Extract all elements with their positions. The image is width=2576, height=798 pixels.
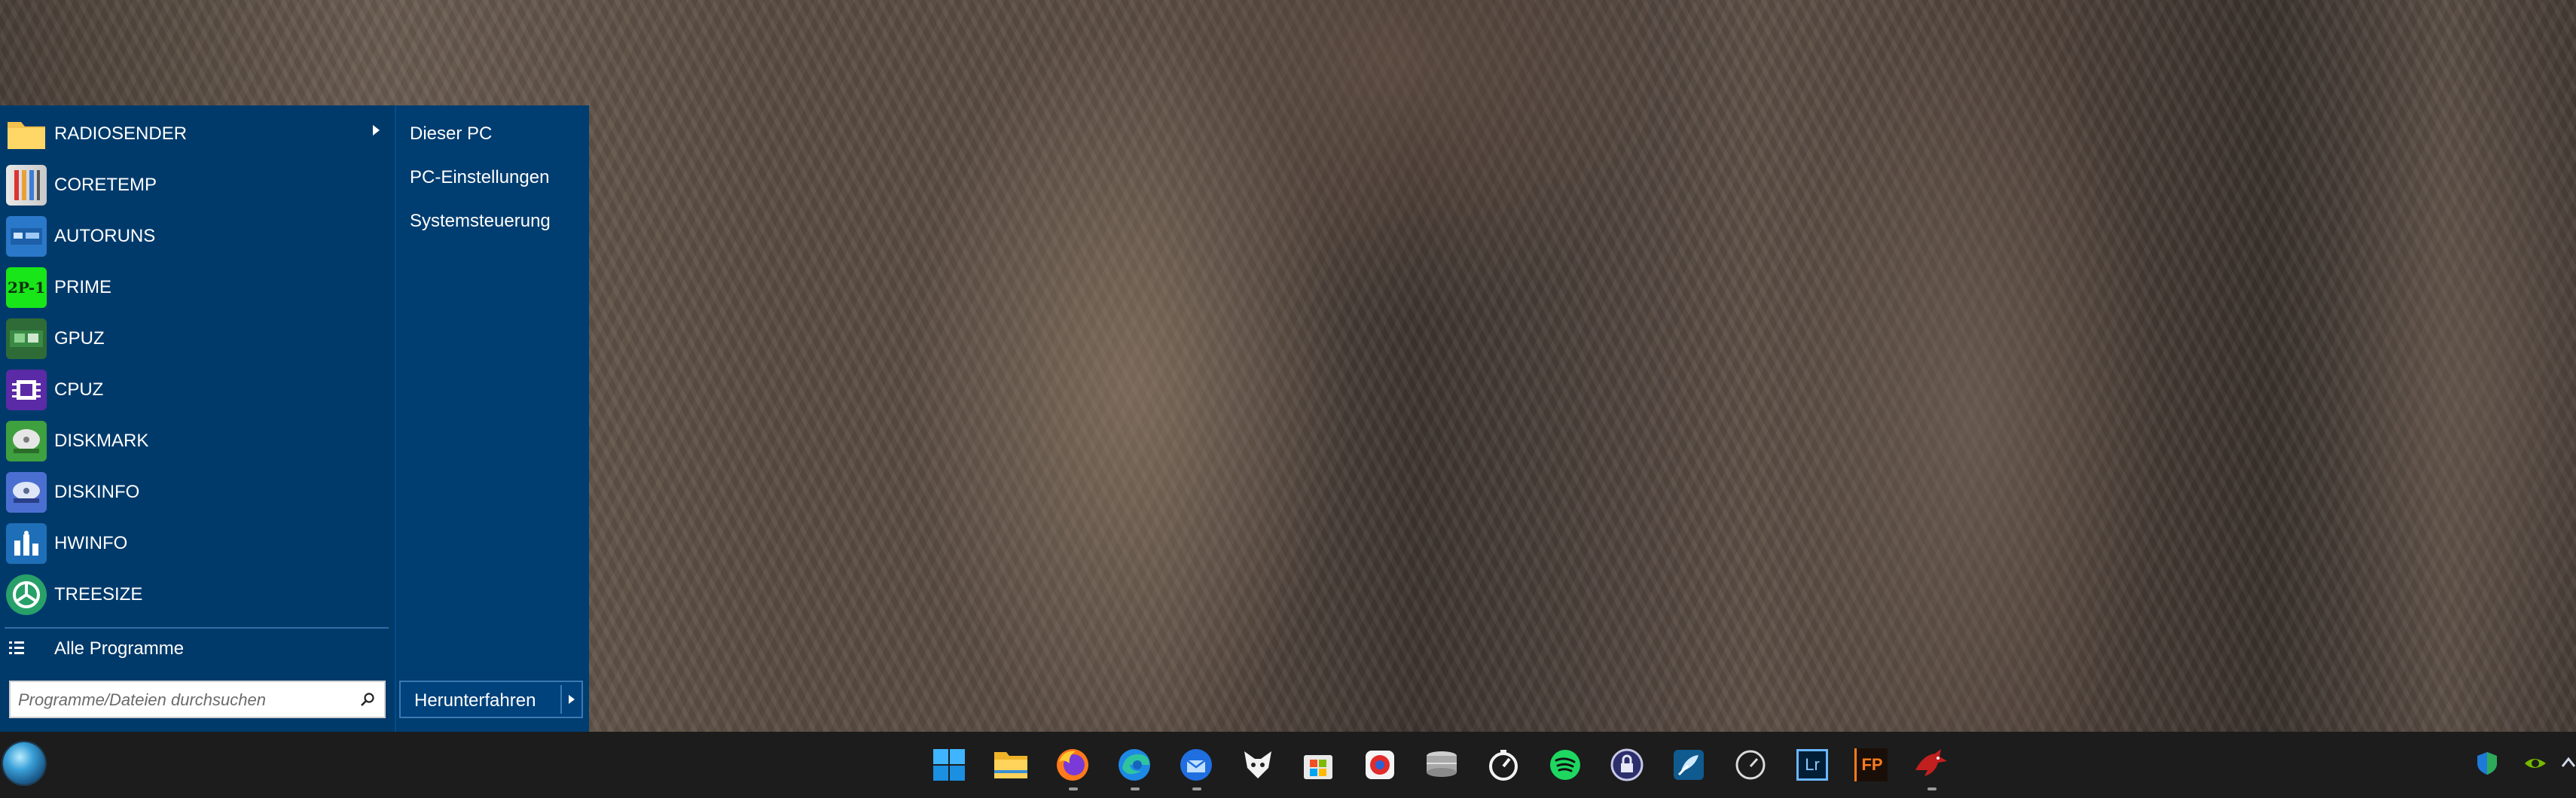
all-programs-label: Alle Programme xyxy=(54,638,185,659)
diskmark-icon xyxy=(6,421,47,461)
disk-stack-icon[interactable] xyxy=(1422,745,1461,784)
fox-app-icon[interactable] xyxy=(1238,745,1277,784)
lightroom-icon[interactable]: Lr xyxy=(1793,745,1832,784)
gpuz-icon xyxy=(6,318,47,359)
program-label: CORETEMP xyxy=(54,175,157,195)
folder-icon xyxy=(6,114,47,154)
program-diskmark[interactable]: DISKMARK xyxy=(0,416,393,467)
shutdown-label: Herunterfahren xyxy=(414,690,536,711)
program-label: DISKINFO xyxy=(54,482,140,502)
cpuz-icon xyxy=(6,370,47,410)
program-label: RADIOSENDER xyxy=(54,123,188,144)
place-pc-settings[interactable]: PC-Einstellungen xyxy=(410,167,549,188)
search-input[interactable] xyxy=(17,687,351,714)
thunderbird-icon[interactable] xyxy=(1177,745,1216,784)
place-this-pc[interactable]: Dieser PC xyxy=(410,123,492,145)
program-label: TREESIZE xyxy=(54,584,143,605)
feather-app-icon[interactable] xyxy=(1669,745,1708,784)
program-radiosender[interactable]: RADIOSENDER xyxy=(0,108,393,160)
running-indicator xyxy=(1131,787,1140,790)
program-label: DISKMARK xyxy=(54,431,149,451)
programs-pane: RADIOSENDER CORETEMP AUTORUNS 2P-1 PRIME… xyxy=(0,105,393,732)
spotify-icon[interactable] xyxy=(1546,745,1585,784)
microsoft-store-icon[interactable] xyxy=(1299,745,1338,784)
program-label: AUTORUNS xyxy=(54,226,156,246)
search-icon[interactable] xyxy=(360,692,375,707)
speedometer-icon[interactable] xyxy=(1731,745,1770,784)
start-menu: RADIOSENDER CORETEMP AUTORUNS 2P-1 PRIME… xyxy=(0,105,589,732)
all-programs-button[interactable]: Alle Programme xyxy=(0,629,393,667)
edge-icon[interactable] xyxy=(1115,745,1154,784)
start-orb-button[interactable] xyxy=(3,742,45,784)
fastpictureviewer-label: FP xyxy=(1854,748,1888,781)
file-explorer-icon[interactable] xyxy=(991,745,1030,784)
shutdown-separator xyxy=(560,685,562,714)
place-control-panel[interactable]: Systemsteuerung xyxy=(410,211,551,232)
running-indicator xyxy=(1192,787,1201,790)
running-indicator xyxy=(1927,787,1937,790)
tray-overflow-icon[interactable] xyxy=(2559,750,2576,777)
autoruns-icon xyxy=(6,216,47,257)
prime-icon: 2P-1 xyxy=(6,267,47,308)
submenu-arrow-icon xyxy=(373,125,380,136)
running-indicator xyxy=(1069,787,1078,790)
program-coretemp[interactable]: CORETEMP xyxy=(0,160,393,211)
fastpictureviewer-icon[interactable]: FP xyxy=(1851,745,1891,784)
hwinfo-icon xyxy=(6,523,47,564)
program-gpuz[interactable]: GPUZ xyxy=(0,313,393,364)
list-icon xyxy=(9,641,24,656)
program-hwinfo[interactable]: HWINFO xyxy=(0,518,393,569)
menu-divider xyxy=(5,627,389,629)
lightroom-label: Lr xyxy=(1796,749,1828,781)
program-prime[interactable]: 2P-1 PRIME xyxy=(0,262,393,313)
shutdown-button[interactable]: Herunterfahren xyxy=(399,681,583,718)
coretemp-icon xyxy=(6,165,47,206)
taskbar: Lr FP xyxy=(0,732,2576,798)
lock-app-icon[interactable] xyxy=(1607,745,1647,784)
program-treesize[interactable]: TREESIZE xyxy=(0,569,393,620)
program-label: HWINFO xyxy=(54,533,128,553)
shutdown-options-arrow-icon[interactable] xyxy=(569,695,575,704)
program-label: CPUZ xyxy=(54,379,104,400)
nvidia-icon[interactable] xyxy=(2522,750,2549,777)
program-autoruns[interactable]: AUTORUNS xyxy=(0,211,393,262)
diskinfo-icon xyxy=(6,472,47,513)
windows-security-icon[interactable] xyxy=(2474,750,2501,777)
dragon-app-icon[interactable] xyxy=(1912,745,1951,784)
program-label: GPUZ xyxy=(54,328,105,349)
red-badge-app-icon[interactable] xyxy=(1360,745,1399,784)
program-diskinfo[interactable]: DISKINFO xyxy=(0,467,393,518)
treesize-icon xyxy=(6,574,47,615)
program-cpuz[interactable]: CPUZ xyxy=(0,364,393,416)
windows-start-icon[interactable] xyxy=(929,745,969,784)
firefox-icon[interactable] xyxy=(1053,745,1092,784)
places-pane: Dieser PC PC-Einstellungen Systemsteueru… xyxy=(395,105,589,732)
program-label: PRIME xyxy=(54,277,112,297)
gauge-timer-icon[interactable] xyxy=(1484,745,1523,784)
search-box[interactable] xyxy=(9,681,386,718)
